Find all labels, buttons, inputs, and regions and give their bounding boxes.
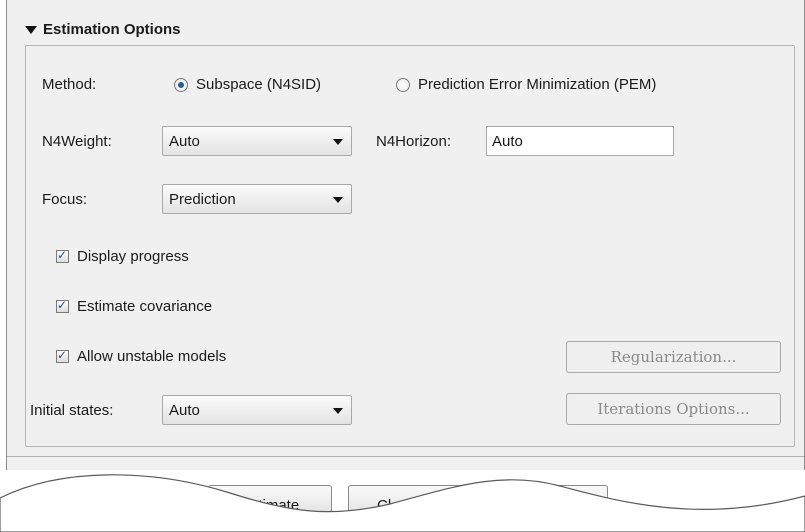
- torn-edge-overlay: [0, 474, 805, 532]
